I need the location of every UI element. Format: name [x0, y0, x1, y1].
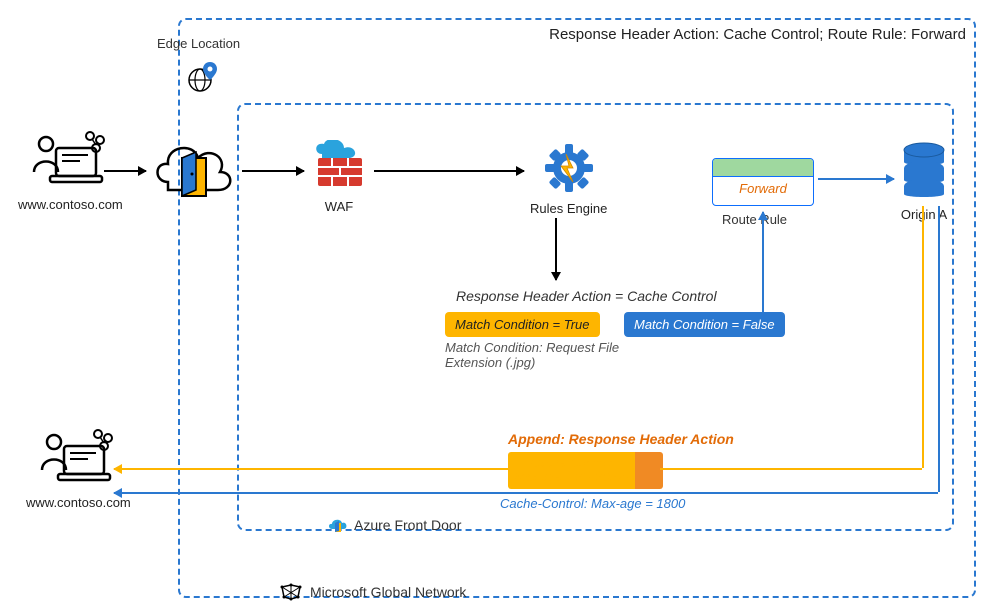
edge-location-label: Edge Location [157, 36, 240, 51]
front-door-icon [148, 132, 238, 215]
append-action-box: Cache-Control: Max-age = 31536000 [508, 452, 663, 489]
arrow-route-to-origin [818, 178, 894, 180]
origin-label: Origin A [900, 207, 948, 222]
line-yellow-right-seg [660, 468, 922, 470]
origin-node: Origin A [900, 142, 948, 222]
network-icon [280, 583, 302, 601]
line-blue-origin-down [938, 206, 940, 492]
match-condition-false-pill: Match Condition = False [624, 312, 785, 337]
rules-engine-label: Rules Engine [530, 201, 607, 216]
front-door-small-icon [328, 515, 348, 535]
blue-cache-control-label: Cache-Control: Max-age = 1800 [500, 496, 685, 511]
arrow-rules-down [555, 218, 557, 280]
line-yellow-origin-down [922, 206, 924, 468]
arrow-false-up-head [762, 212, 764, 222]
waf-node: WAF [310, 140, 368, 214]
match-condition-note: Match Condition: Request File Extension … [445, 340, 625, 370]
azure-front-door-label: Azure Front Door [328, 515, 461, 535]
diagram-title: Response Header Action: Cache Control; R… [549, 26, 966, 43]
line-blue-return [114, 492, 938, 494]
globe-pin-icon [186, 60, 220, 97]
route-rule-box: Forward [712, 158, 814, 206]
append-action-label: Append: Response Header Action [508, 431, 734, 447]
afd-text: Azure Front Door [354, 517, 461, 533]
response-header-action-label: Response Header Action = Cache Control [456, 288, 717, 304]
append-cache-line2: Max-age = 31536000 [515, 470, 629, 484]
append-orange-segment [635, 452, 663, 489]
mgn-text: Microsoft Global Network [310, 584, 466, 600]
match-condition-true-pill: Match Condition = True [445, 312, 600, 337]
waf-label: WAF [310, 199, 368, 214]
route-rule-forward: Forward [713, 177, 813, 196]
arrow-waf-to-rules [374, 170, 524, 172]
microsoft-global-network-label: Microsoft Global Network [280, 583, 466, 601]
client-url-top: www.contoso.com [18, 197, 123, 212]
route-rule-label: Route Rule [722, 212, 787, 227]
line-yellow-left-seg [114, 468, 510, 470]
rules-engine-node: Rules Engine [530, 142, 607, 216]
arrow-door-to-waf [242, 170, 304, 172]
line-false-up [762, 212, 764, 312]
arrow-user-to-door [104, 170, 146, 172]
append-cache-line1: Cache-Control: [531, 456, 612, 470]
